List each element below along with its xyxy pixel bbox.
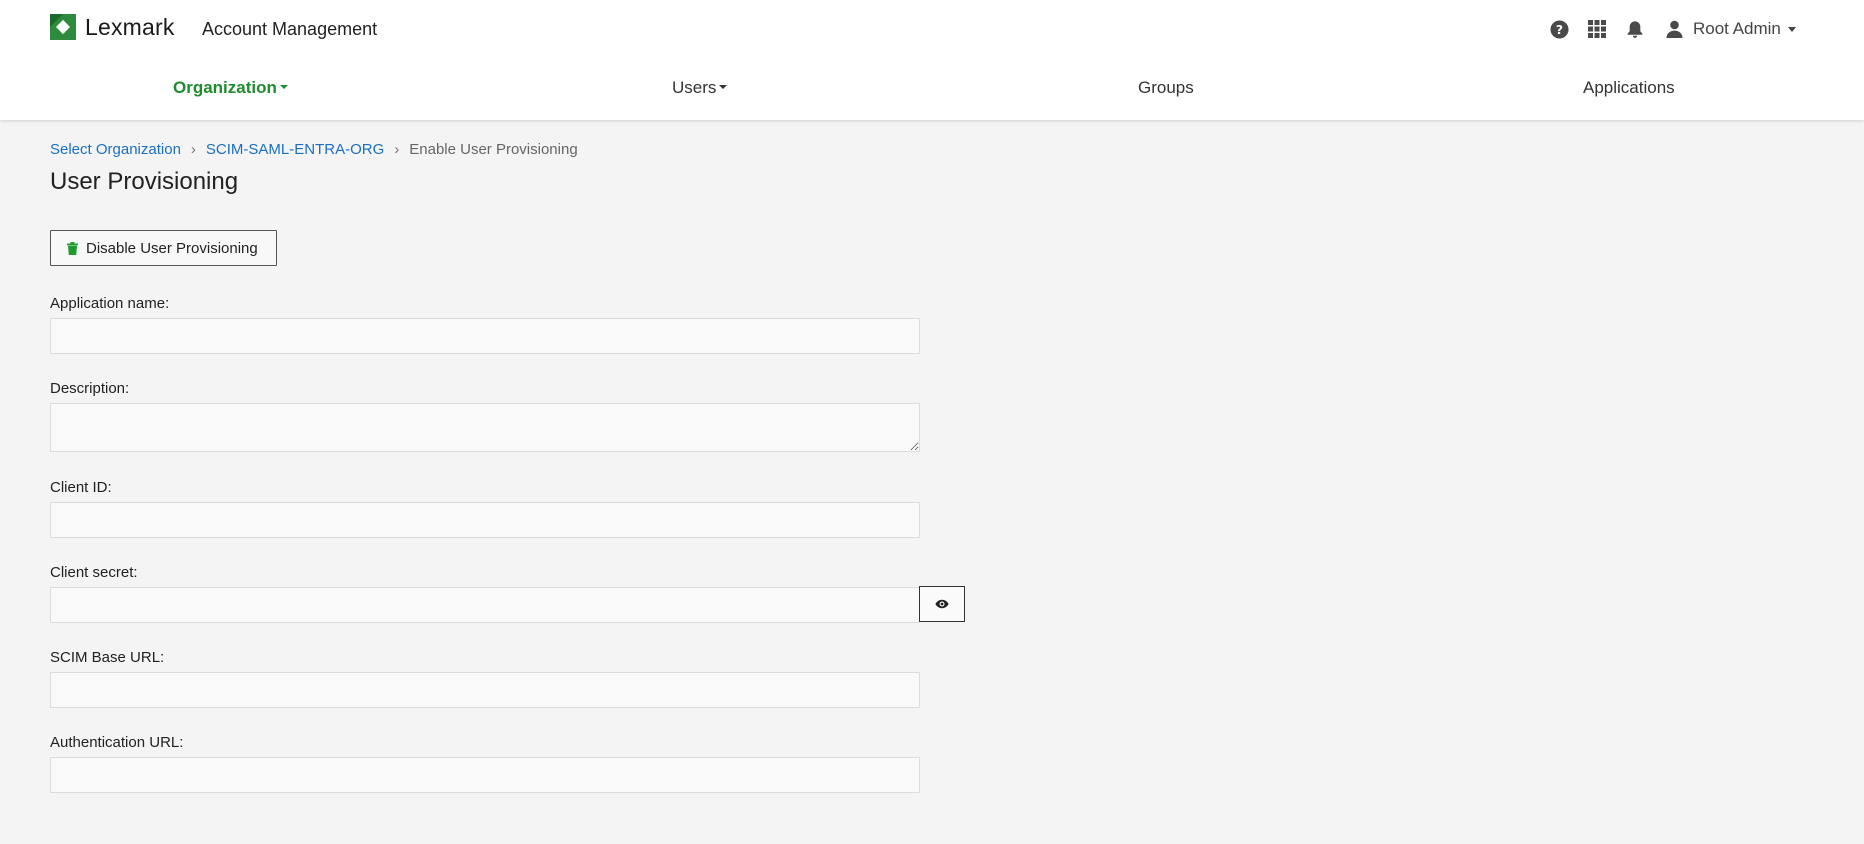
authentication-url-label: Authentication URL: <box>50 734 184 751</box>
brand-name: Lexmark <box>85 13 175 40</box>
show-secret-button[interactable] <box>919 586 965 622</box>
app-title: Account Management <box>202 19 378 39</box>
description-textarea[interactable] <box>50 403 920 452</box>
client-secret-label: Client secret: <box>50 564 138 581</box>
main-nav: Organization Users Groups Applications <box>0 78 1864 102</box>
page-title: User Provisioning <box>50 168 239 195</box>
user-menu-caret-icon <box>1787 26 1796 32</box>
breadcrumb-select-organization[interactable]: Select Organization <box>50 141 181 158</box>
nav-users[interactable]: Users <box>672 78 728 98</box>
nav-organization[interactable]: Organization <box>173 78 288 98</box>
client-id-label: Client ID: <box>50 479 112 496</box>
header-tools: ? Root Admin <box>1548 18 1796 40</box>
breadcrumb-current: Enable User Provisioning <box>409 141 578 158</box>
nav-organization-label: Organization <box>173 78 277 97</box>
authentication-url-input[interactable] <box>50 757 920 793</box>
svg-text:?: ? <box>1555 22 1562 36</box>
chevron-down-icon <box>279 84 288 89</box>
top-header: Lexmark Account Management ? Root Admin … <box>0 0 1864 120</box>
brand-logo[interactable]: Lexmark <box>50 14 175 40</box>
help-icon[interactable]: ? <box>1548 18 1570 40</box>
client-secret-input[interactable] <box>50 587 920 623</box>
application-name-input[interactable] <box>50 318 920 354</box>
breadcrumb-separator-icon: › <box>190 141 196 158</box>
user-menu[interactable]: Root Admin <box>1666 19 1796 39</box>
client-id-input[interactable] <box>50 502 920 538</box>
eye-icon <box>935 599 949 609</box>
breadcrumb-organization[interactable]: SCIM-SAML-ENTRA-ORG <box>206 141 384 158</box>
app-grid-icon[interactable] <box>1586 18 1608 40</box>
nav-applications[interactable]: Applications <box>1583 78 1675 98</box>
chevron-down-icon <box>719 84 728 89</box>
application-name-label: Application name: <box>50 295 170 312</box>
nav-groups-label: Groups <box>1138 78 1194 97</box>
nav-users-label: Users <box>672 78 717 97</box>
breadcrumb-separator-icon: › <box>394 141 400 158</box>
user-avatar-icon <box>1666 20 1683 38</box>
notification-bell-icon[interactable] <box>1624 18 1646 40</box>
breadcrumb: Select Organization › SCIM-SAML-ENTRA-OR… <box>50 141 578 158</box>
trash-icon <box>67 241 78 255</box>
disable-user-provisioning-label: Disable User Provisioning <box>86 239 258 257</box>
nav-groups[interactable]: Groups <box>1138 78 1194 98</box>
user-name: Root Admin <box>1693 19 1781 38</box>
lexmark-logo-icon <box>50 14 76 40</box>
scim-base-url-input[interactable] <box>50 672 920 708</box>
description-label: Description: <box>50 380 130 397</box>
disable-user-provisioning-button[interactable]: Disable User Provisioning <box>50 230 277 266</box>
scim-base-url-label: SCIM Base URL: <box>50 649 165 666</box>
nav-applications-label: Applications <box>1583 78 1675 97</box>
